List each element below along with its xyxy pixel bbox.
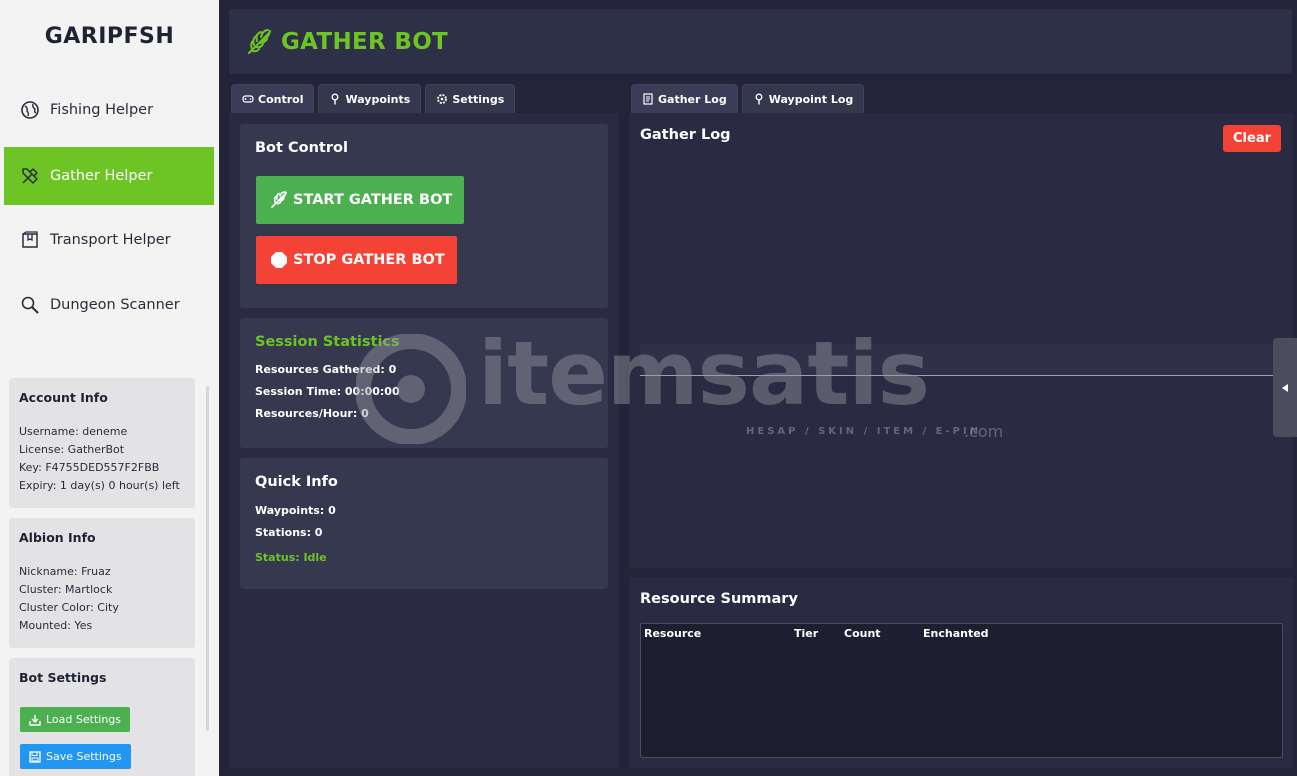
brand-title: GARIPFSH [44,24,175,49]
account-info-title: Account Info [19,390,108,405]
nav-label: Transport Helper [50,232,171,248]
nav-item-gather-helper[interactable]: Gather Helper [4,147,214,205]
tab-settings-label: Settings [452,92,505,106]
gamepad-icon [242,95,254,103]
nav-item-fishing-helper[interactable]: Fishing Helper [4,81,214,139]
account-license: License: GatherBot [19,443,125,456]
waypoints-count: Waypoints: 0 [255,504,336,517]
account-username: Username: deneme [19,425,128,438]
tab-gather-log-label: Gather Log [658,92,727,106]
nav-label: Fishing Helper [50,102,154,118]
session-statistics-card: Session Statistics Resources Gathered: 0… [240,318,608,448]
resource-summary-panel: Resource Summary Resource Tier Count Enc… [629,577,1293,768]
leaf-icon [271,191,287,208]
chevron-left-icon [1282,383,1288,392]
quick-info-card: Quick Info Waypoints: 0 Stations: 0 Stat… [240,458,608,589]
nav-item-dungeon-scanner[interactable]: Dungeon Scanner [4,276,214,334]
magnifier-icon [20,295,40,315]
column-header-enchanted[interactable]: Enchanted [923,627,989,640]
quick-info-title: Quick Info [255,474,338,490]
albion-info-panel: Albion Info Nickname: Fruaz Cluster: Mar… [9,518,195,648]
albion-info-title: Albion Info [19,530,96,545]
stop-gather-bot-button[interactable]: STOP GATHER BOT [256,236,457,284]
account-key: Key: F4755DED557F2FBB [19,461,160,474]
session-statistics-title: Session Statistics [255,334,400,350]
tools-icon [20,166,40,186]
save-settings-button[interactable]: Save Settings [20,744,131,769]
tab-gather-log[interactable]: Gather Log [631,84,738,113]
status-text: Status: Idle [255,551,327,564]
stations-count: Stations: 0 [255,526,323,539]
right-tab-bar: Gather Log Waypoint Log [631,84,868,113]
account-info-panel: Account Info Username: deneme License: G… [9,378,195,508]
column-header-tier[interactable]: Tier [794,627,818,640]
stop-gather-bot-label: STOP GATHER BOT [293,252,445,268]
gather-log-panel: Gather Log Clear [629,113,1293,568]
account-expiry: Expiry: 1 day(s) 0 hour(s) left [19,479,180,492]
tab-waypoints-label: Waypoints [345,92,411,106]
albion-cluster: Cluster: Martlock [19,583,113,596]
nav-label: Dungeon Scanner [50,297,180,313]
pin-icon [755,93,763,105]
session-time: Session Time: 00:00:00 [255,385,400,398]
download-icon [29,714,41,726]
left-tab-bar: Control Waypoints Settings [231,84,519,113]
save-settings-label: Save Settings [46,750,122,763]
gear-icon [437,94,448,104]
sidebar: GARIPFSH Fishing Helper Gather Helper Tr… [0,0,219,776]
bot-control-card: Bot Control START GATHER BOT STOP GATHER… [240,124,608,308]
tab-control[interactable]: Control [231,84,315,113]
resources-gathered: Resources Gathered: 0 [255,363,397,376]
albion-cluster-color: Cluster Color: City [19,601,119,614]
tab-waypoint-log-label: Waypoint Log [768,92,854,106]
tab-control-label: Control [258,92,304,106]
load-settings-button[interactable]: Load Settings [20,707,131,732]
bot-settings-panel: Bot Settings Load Settings Save Settings [9,658,195,776]
albion-nickname: Nickname: Fruaz [19,565,111,578]
load-settings-label: Load Settings [46,713,122,726]
box-icon [20,230,40,250]
albion-mounted: Mounted: Yes [19,619,93,632]
control-panel: Bot Control START GATHER BOT STOP GATHER… [229,113,619,768]
globe-icon [20,100,40,120]
clear-log-button[interactable]: Clear [1223,125,1281,152]
nav-item-transport-helper[interactable]: Transport Helper [4,211,214,269]
tab-waypoints[interactable]: Waypoints [318,84,422,113]
start-gather-bot-button[interactable]: START GATHER BOT [256,176,465,224]
side-panel-toggle[interactable] [1273,338,1297,437]
column-header-count[interactable]: Count [844,627,881,640]
page-header: GATHER BOT [229,9,1292,74]
stop-icon [271,252,287,268]
floppy-icon [29,750,41,763]
leaf-icon [248,28,272,54]
resource-summary-title: Resource Summary [640,591,798,607]
bot-control-title: Bot Control [255,140,348,156]
tab-settings[interactable]: Settings [425,84,516,113]
column-header-resource[interactable]: Resource [644,627,701,640]
resources-per-hour: Resources/Hour: 0 [255,407,369,420]
scroll-icon [643,93,653,105]
pin-icon [332,93,339,105]
nav-label: Gather Helper [50,168,153,184]
page-title: GATHER BOT [281,28,449,55]
gather-log-title: Gather Log [640,127,731,143]
sidebar-scrollbar[interactable] [206,386,209,731]
bot-settings-title: Bot Settings [19,670,107,685]
tab-waypoint-log[interactable]: Waypoint Log [741,84,865,113]
gather-log-area[interactable] [640,344,1273,376]
resource-summary-table[interactable]: Resource Tier Count Enchanted [640,623,1283,758]
start-gather-bot-label: START GATHER BOT [293,192,453,208]
